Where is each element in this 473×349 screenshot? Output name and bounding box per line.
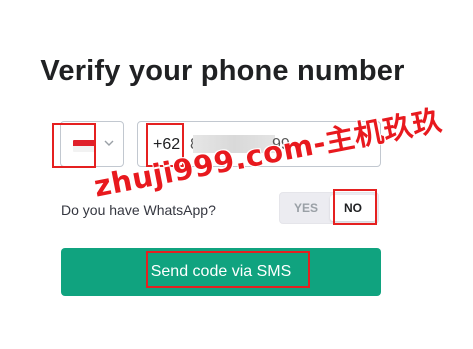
indonesia-flag-icon [73,140,95,152]
dial-code-prefix: +62 [153,136,181,153]
verify-phone-page: Verify your phone number +62 8 99 Do you… [0,0,473,349]
phone-number-input[interactable]: +62 8 99 [137,121,381,167]
send-code-button[interactable]: Send code via SMS [61,248,381,296]
phone-number-end: 99 [272,136,290,153]
country-code-select[interactable] [60,121,124,167]
page-title: Verify your phone number [40,55,405,87]
whatsapp-question: Do you have WhatsApp? [61,202,216,218]
phone-number-redaction [193,135,275,153]
chevron-down-icon [104,140,114,146]
whatsapp-no-option[interactable]: NO [330,195,376,221]
whatsapp-toggle: YES NO [279,192,379,224]
whatsapp-yes-option[interactable]: YES [282,195,330,221]
